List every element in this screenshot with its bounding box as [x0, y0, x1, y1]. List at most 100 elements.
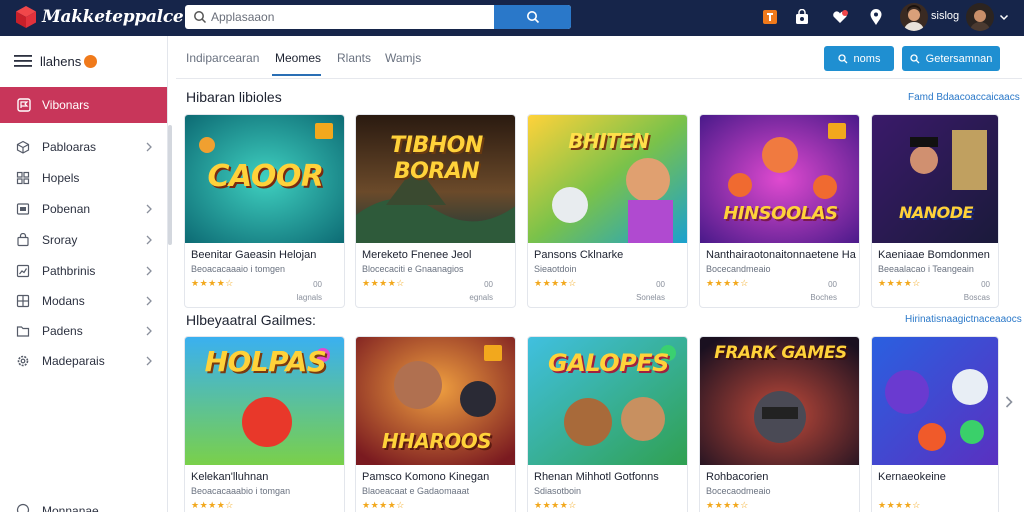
bag-icon	[17, 233, 29, 247]
star-rating: ★★★★☆	[191, 500, 234, 510]
sidebar: llahens Vibonars Pabloaras Hopels Pobena…	[0, 36, 168, 512]
top-bar: Makketeppalce Applasaaon sislog	[0, 0, 1024, 36]
card-subtitle: Beoacacaaaio i tomgen	[191, 264, 286, 274]
thumbnail-title: NANODE	[899, 203, 973, 222]
secondary-button[interactable]: Getersamnan	[902, 46, 1000, 71]
sidebar-bottom-label[interactable]: Monnanae	[42, 504, 99, 512]
chevron-down-icon[interactable]	[998, 11, 1010, 23]
review-label: lagnals	[296, 293, 322, 302]
sidebar-item-6[interactable]: Modans	[0, 288, 167, 314]
sidebar-item-label: Pobenan	[42, 202, 91, 216]
sidebar-item-label: Pathbrinis	[42, 264, 96, 278]
game-card[interactable]: CAOOR Beenitar Gaeasin Helojan Beoacacaa…	[184, 114, 345, 308]
card-title: Rhenan Mihhotl Gotfonns	[534, 471, 659, 483]
help-icon[interactable]	[16, 503, 30, 512]
heart-plus-icon	[833, 10, 848, 23]
sidebar-title: llahens	[40, 54, 82, 69]
chevron-right-icon	[146, 296, 152, 306]
notifications-icon[interactable]	[760, 7, 780, 27]
sidebar-item-7[interactable]: Padens	[0, 318, 167, 344]
tab-3[interactable]: Rlants	[337, 51, 371, 65]
card-title: Rohbacorien	[706, 471, 769, 483]
carousel-next-icon[interactable]	[1004, 395, 1014, 409]
sidebar-item-4[interactable]: Sroray	[0, 227, 167, 253]
hamburger-menu-icon[interactable]	[14, 54, 32, 68]
tab-1[interactable]: Indiparcearan	[186, 51, 259, 65]
avatar-photo	[966, 3, 994, 31]
star-rating: ★★★★☆	[362, 278, 405, 288]
sidebar-item-8[interactable]: Madeparais	[0, 348, 167, 374]
badge-square-icon	[763, 10, 777, 24]
game-card[interactable]: FRARK GAMES Rohbacorien Bocecaodmeaio ★★…	[699, 336, 860, 512]
tab-2[interactable]: Meomes	[275, 51, 321, 65]
search-icon	[194, 11, 207, 24]
search-input[interactable]	[211, 5, 491, 29]
card-title: Beenitar Gaeasin Helojan	[191, 249, 317, 261]
game-card[interactable]: NANODE Kaeniaae Bomdonmen Beeaalacao i T…	[871, 114, 999, 308]
tablet-icon	[16, 203, 30, 215]
store-icon[interactable]	[792, 7, 812, 27]
star-rating: ★★★★☆	[706, 278, 749, 288]
search-button[interactable]	[494, 5, 571, 29]
card-subtitle: Blocecaciti e Gnaanagios	[362, 264, 464, 274]
star-rating: ★★★★☆	[706, 500, 749, 510]
cube-logo-icon	[16, 6, 36, 28]
star-rating: ★★★★☆	[191, 278, 234, 288]
sidebar-item-label: Modans	[42, 294, 85, 308]
thumbnail-title: HINSOOLAS	[723, 203, 838, 224]
flag-icon	[17, 98, 31, 112]
see-all-link[interactable]: Hirinatisnaagictnaceaaocs	[905, 314, 1022, 325]
secondary-button-label: Getersamnan	[925, 52, 993, 65]
game-card[interactable]: Kernaeokeine ★★★★☆	[871, 336, 999, 512]
chart-icon	[16, 264, 30, 278]
star-rating: ★★★★☆	[534, 500, 577, 510]
notification-badge	[84, 55, 97, 68]
search-icon	[910, 53, 920, 63]
thumbnail-title: CAOOR	[207, 159, 324, 194]
sidebar-item-3[interactable]: Pobenan	[0, 196, 167, 222]
review-label: egnals	[469, 293, 493, 302]
cube-icon	[16, 140, 30, 154]
primary-button-label: noms	[853, 52, 881, 65]
card-title: Pansons Cklnarke	[534, 249, 624, 261]
card-title: Kaeniaae Bomdonmen	[878, 249, 990, 261]
section-title: Hibaran libioles	[186, 89, 282, 105]
primary-button[interactable]: noms	[824, 46, 894, 71]
search-bar	[185, 5, 571, 29]
sidebar-item-label: Sroray	[42, 233, 78, 247]
thumbnail-title: HOLPAS	[204, 345, 327, 378]
sidebar-item-label: Madeparais	[42, 354, 105, 368]
secondary-avatar[interactable]	[966, 3, 994, 31]
search-icon	[526, 11, 539, 24]
see-all-link[interactable]: Famd Bdaacoaccaicaacs	[908, 92, 1020, 103]
sidebar-scrollbar[interactable]	[168, 125, 172, 245]
game-thumbnail	[872, 115, 998, 243]
chevron-right-icon	[146, 326, 152, 336]
username-label[interactable]: sislog	[931, 10, 959, 22]
game-card[interactable]: HOLPAS Kelekan'lluhnan Beoacacaaabio i t…	[184, 336, 345, 512]
sidebar-item-label: Hopels	[42, 171, 80, 185]
thumbnail-title: GALOPES	[548, 349, 669, 377]
location-icon[interactable]	[866, 7, 886, 27]
sidebar-item-5[interactable]: Pathbrinis	[0, 258, 167, 284]
card-subtitle: Bocecandmeaio	[706, 264, 771, 274]
game-card[interactable]: TIBHON BORAN Mereketo Fnenee Jeol Blocec…	[355, 114, 516, 308]
game-card[interactable]: GALOPES Rhenan Mihhotl Gotfonns Sdiasotb…	[527, 336, 688, 512]
chevron-right-icon	[146, 266, 152, 276]
tabs-divider	[176, 78, 1022, 79]
favorites-icon[interactable]	[830, 7, 850, 27]
card-title: Kelekan'lluhnan	[191, 471, 269, 483]
chevron-right-icon	[146, 204, 152, 214]
app-logo-text[interactable]: Makketeppalce	[42, 7, 184, 27]
game-card[interactable]: HHAROOS Pamsco Komono Kinegan Blaoeacaat…	[355, 336, 516, 512]
sidebar-item-1[interactable]: Pabloaras	[0, 134, 167, 160]
card-title: Mereketo Fnenee Jeol	[362, 249, 472, 261]
chevron-right-icon	[146, 235, 152, 245]
card-subtitle: Beeaalacao i Teangeain	[878, 264, 974, 274]
user-avatar[interactable]	[900, 3, 928, 31]
sidebar-item-2[interactable]: Hopels	[0, 165, 167, 191]
tab-4[interactable]: Wamjs	[385, 51, 421, 65]
game-card[interactable]: BHITEN Pansons Cklnarke Sieaotdoin ★★★★☆…	[527, 114, 688, 308]
sidebar-item-active[interactable]: Vibonars	[0, 87, 167, 123]
game-card[interactable]: HINSOOLAS Nanthairaotonaitonnaetene Hang…	[699, 114, 860, 308]
